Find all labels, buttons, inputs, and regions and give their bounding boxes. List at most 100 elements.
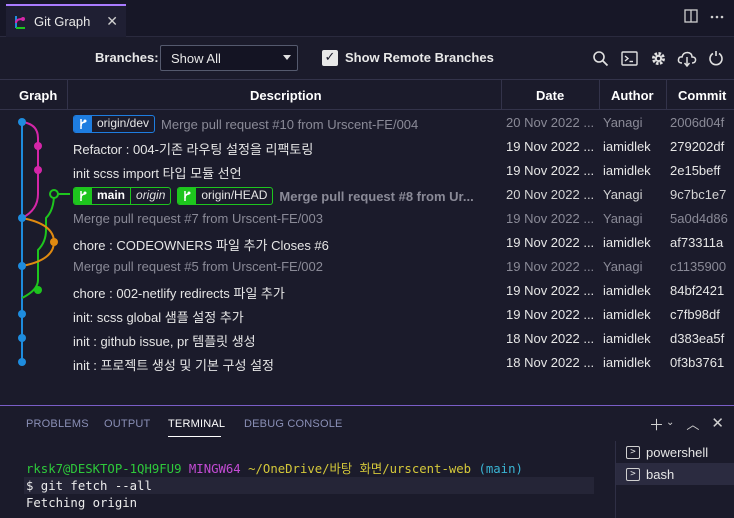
column-header-graph[interactable]: Graph	[19, 88, 57, 103]
commit-hash: 84bf2421	[670, 283, 725, 298]
active-tab-indicator	[168, 436, 221, 437]
commit-message: init scss import 타입 모듈 선언	[73, 166, 242, 181]
commit-message: Merge pull request #10 from Urscent-FE/0…	[161, 116, 419, 132]
commit-row[interactable]: init : github issue, pr 템플릿 생성 18 Nov 202…	[0, 326, 734, 350]
tab-title: Git Graph	[34, 14, 91, 29]
maximize-panel-icon[interactable]: ︿	[686, 414, 699, 435]
branches-label: Branches:	[95, 50, 159, 65]
ref-name: main	[97, 188, 126, 202]
commit-author: iamidlek	[603, 355, 651, 370]
ref-badge-remote[interactable]: origin/dev	[73, 115, 156, 133]
commit-date: 19 Nov 2022 ...	[506, 211, 595, 226]
tab-output[interactable]: OUTPUT	[104, 418, 150, 430]
commit-date: 20 Nov 2022 ...	[506, 187, 595, 202]
commit-description: chore : 002-netlify redirects 파일 추가	[73, 283, 498, 302]
terminal-command: $ git fetch --all	[26, 479, 152, 493]
terminal-item-label: powershell	[646, 444, 709, 460]
bottom-panel: PROBLEMS OUTPUT TERMINAL DEBUG CONSOLE ＋…	[0, 405, 734, 518]
tab-problems[interactable]: PROBLEMS	[26, 418, 89, 430]
commit-row[interactable]: chore : CODEOWNERS 파일 추가 Closes #6 19 Nov…	[0, 230, 734, 254]
column-header-date[interactable]: Date	[536, 88, 564, 103]
commit-message: init : 프로젝트 생성 및 기본 구성 설정	[73, 358, 274, 373]
commit-date: 19 Nov 2022 ...	[506, 235, 595, 250]
terminal-shell-name: MINGW64	[188, 462, 241, 476]
more-actions-icon[interactable]	[710, 9, 724, 23]
branch-icon	[74, 188, 92, 204]
branches-select[interactable]: Show All	[160, 45, 298, 71]
commit-author: iamidlek	[603, 139, 651, 154]
new-terminal-icon[interactable]: ＋	[649, 414, 664, 435]
commit-author: Yanagi	[603, 115, 643, 130]
commit-hash: c7fb98df	[670, 307, 720, 322]
chevron-down-icon[interactable]: ⌄	[666, 417, 674, 435]
terminal-icon[interactable]	[619, 48, 639, 68]
commit-author: iamidlek	[603, 283, 651, 298]
terminal-item-powershell[interactable]: > powershell	[616, 441, 734, 463]
show-remote-checkbox[interactable]: ✓	[322, 50, 338, 66]
commit-description: init : 프로젝트 생성 및 기본 구성 설정	[73, 355, 498, 374]
commit-message: Merge pull request #8 from Ur...	[279, 188, 474, 204]
column-header-commit[interactable]: Commit	[678, 88, 726, 103]
commit-row[interactable]: main origin origin/HEAD Merge pull request …	[0, 182, 734, 206]
commit-message: Refactor : 004-기존 라우팅 설정을 리팩토링	[73, 142, 314, 157]
commit-row[interactable]: init: scss global 샘플 설정 추가 19 Nov 2022 ..…	[0, 302, 734, 326]
gear-icon[interactable]	[648, 48, 668, 68]
terminal-icon: >	[626, 445, 640, 459]
column-divider[interactable]	[501, 79, 502, 110]
commit-message: Merge pull request #5 from Urscent-FE/00…	[73, 259, 323, 274]
commit-hash: af73311a	[670, 235, 724, 250]
commit-hash: 2006d04f	[670, 115, 725, 130]
cloud-fetch-icon[interactable]	[677, 48, 697, 68]
column-header-author[interactable]: Author	[611, 88, 654, 103]
commit-row[interactable]: Merge pull request #5 from Urscent-FE/00…	[0, 254, 734, 278]
commit-author: iamidlek	[603, 163, 651, 178]
search-icon[interactable]	[590, 48, 610, 68]
close-panel-icon[interactable]: ✕	[711, 414, 724, 435]
tab-git-graph[interactable]: Git Graph ✕	[6, 4, 126, 37]
refresh-icon[interactable]	[706, 48, 726, 68]
commit-message: chore : 002-netlify redirects 파일 추가	[73, 286, 285, 301]
commit-hash: 0f3b3761	[670, 355, 725, 370]
commit-author: iamidlek	[603, 307, 651, 322]
split-editor-icon[interactable]	[684, 9, 698, 23]
terminal-user-host: rksk7@DESKTOP-1QH9FU9	[26, 462, 182, 476]
commit-date: 19 Nov 2022 ...	[506, 283, 595, 298]
ref-name: origin/dev	[97, 116, 150, 130]
commit-author: Yanagi	[603, 187, 643, 202]
terminal-list: > powershell > bash	[615, 441, 734, 518]
graph-controls: Branches: Show All ✓ Show Remote Branche…	[0, 37, 734, 79]
commit-row[interactable]: init : 프로젝트 생성 및 기본 구성 설정 18 Nov 2022 ...…	[0, 350, 734, 374]
commit-date: 19 Nov 2022 ...	[506, 259, 595, 274]
commit-author: Yanagi	[603, 259, 643, 274]
commit-description: init: scss global 샘플 설정 추가	[73, 307, 498, 326]
commit-row[interactable]: init scss import 타입 모듈 선언 19 Nov 2022 ...…	[0, 158, 734, 182]
commit-author: iamidlek	[603, 331, 651, 346]
tab-terminal[interactable]: TERMINAL	[168, 418, 225, 430]
commit-row[interactable]: Merge pull request #7 from Urscent-FE/00…	[0, 206, 734, 230]
commit-row[interactable]: chore : 002-netlify redirects 파일 추가 19 No…	[0, 278, 734, 302]
column-divider[interactable]	[67, 79, 68, 110]
ref-badge-head[interactable]: origin/HEAD	[177, 187, 274, 205]
column-divider[interactable]	[666, 79, 667, 110]
commit-author: iamidlek	[603, 235, 651, 250]
terminal-item-bash[interactable]: > bash	[616, 463, 734, 485]
terminal-output-line: Fetching origin	[26, 496, 138, 510]
column-divider[interactable]	[599, 79, 600, 110]
terminal-output[interactable]: rksk7@DESKTOP-1QH9FU9 MINGW64 ~/OneDrive…	[26, 461, 523, 512]
terminal-path: ~/OneDrive/바탕 화면/urscent-web	[248, 462, 472, 476]
ref-badge-local[interactable]: main origin	[73, 187, 172, 205]
commit-hash: 9c7bc1e7	[670, 187, 727, 202]
commit-description: Merge pull request #5 from Urscent-FE/00…	[73, 259, 498, 274]
close-icon[interactable]: ✕	[106, 14, 118, 30]
column-header-description[interactable]: Description	[250, 88, 322, 103]
commit-date: 18 Nov 2022 ...	[506, 355, 595, 370]
editor-tab-bar: Git Graph ✕	[0, 0, 734, 37]
tab-debug-console[interactable]: DEBUG CONSOLE	[244, 418, 343, 430]
table-header: Graph Description Date Author Commit	[0, 79, 734, 110]
commit-hash: d383ea5f	[670, 331, 725, 346]
commit-description: Merge pull request #7 from Urscent-FE/00…	[73, 211, 498, 226]
terminal-branch: (main)	[478, 462, 523, 476]
show-remote-label[interactable]: Show Remote Branches	[345, 50, 494, 65]
commit-row[interactable]: Refactor : 004-기존 라우팅 설정을 리팩토링 19 Nov 202…	[0, 134, 734, 158]
commit-row[interactable]: origin/dev Merge pull request #10 from Ur…	[0, 110, 734, 134]
